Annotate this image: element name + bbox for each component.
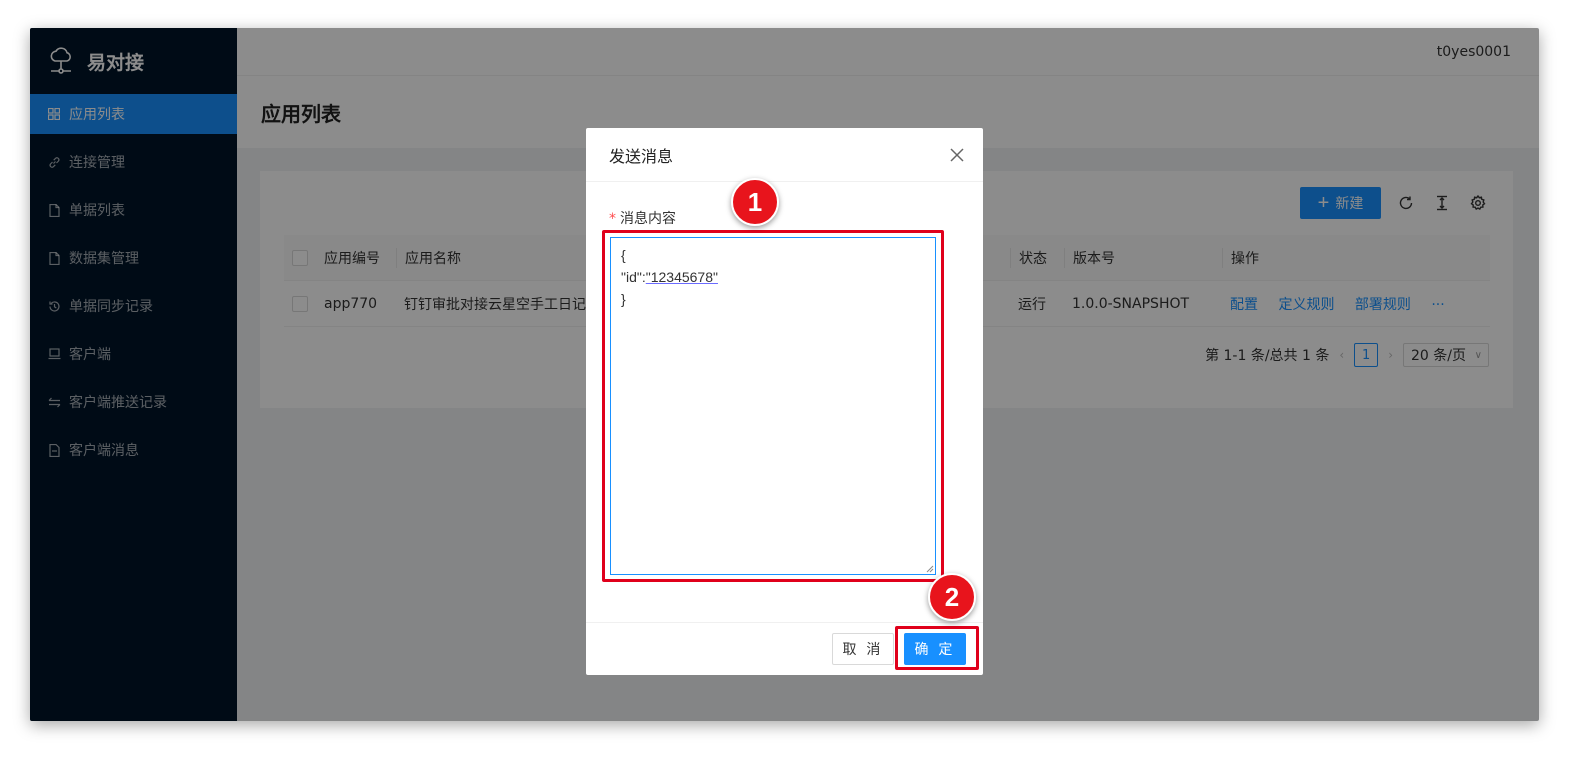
modal-header: 发送消息	[586, 128, 983, 182]
highlight-textarea	[602, 230, 944, 582]
field-label-text: 消息内容	[620, 211, 676, 227]
highlight-ok-button	[895, 626, 979, 670]
modal-title: 发送消息	[609, 146, 674, 166]
step-badge-1: 1	[731, 178, 779, 226]
step-badge-2: 2	[928, 573, 976, 621]
cancel-button[interactable]: 取 消	[832, 633, 894, 665]
message-content-label: * 消息内容	[609, 208, 676, 228]
close-icon[interactable]	[948, 146, 966, 164]
required-mark: *	[609, 211, 616, 227]
